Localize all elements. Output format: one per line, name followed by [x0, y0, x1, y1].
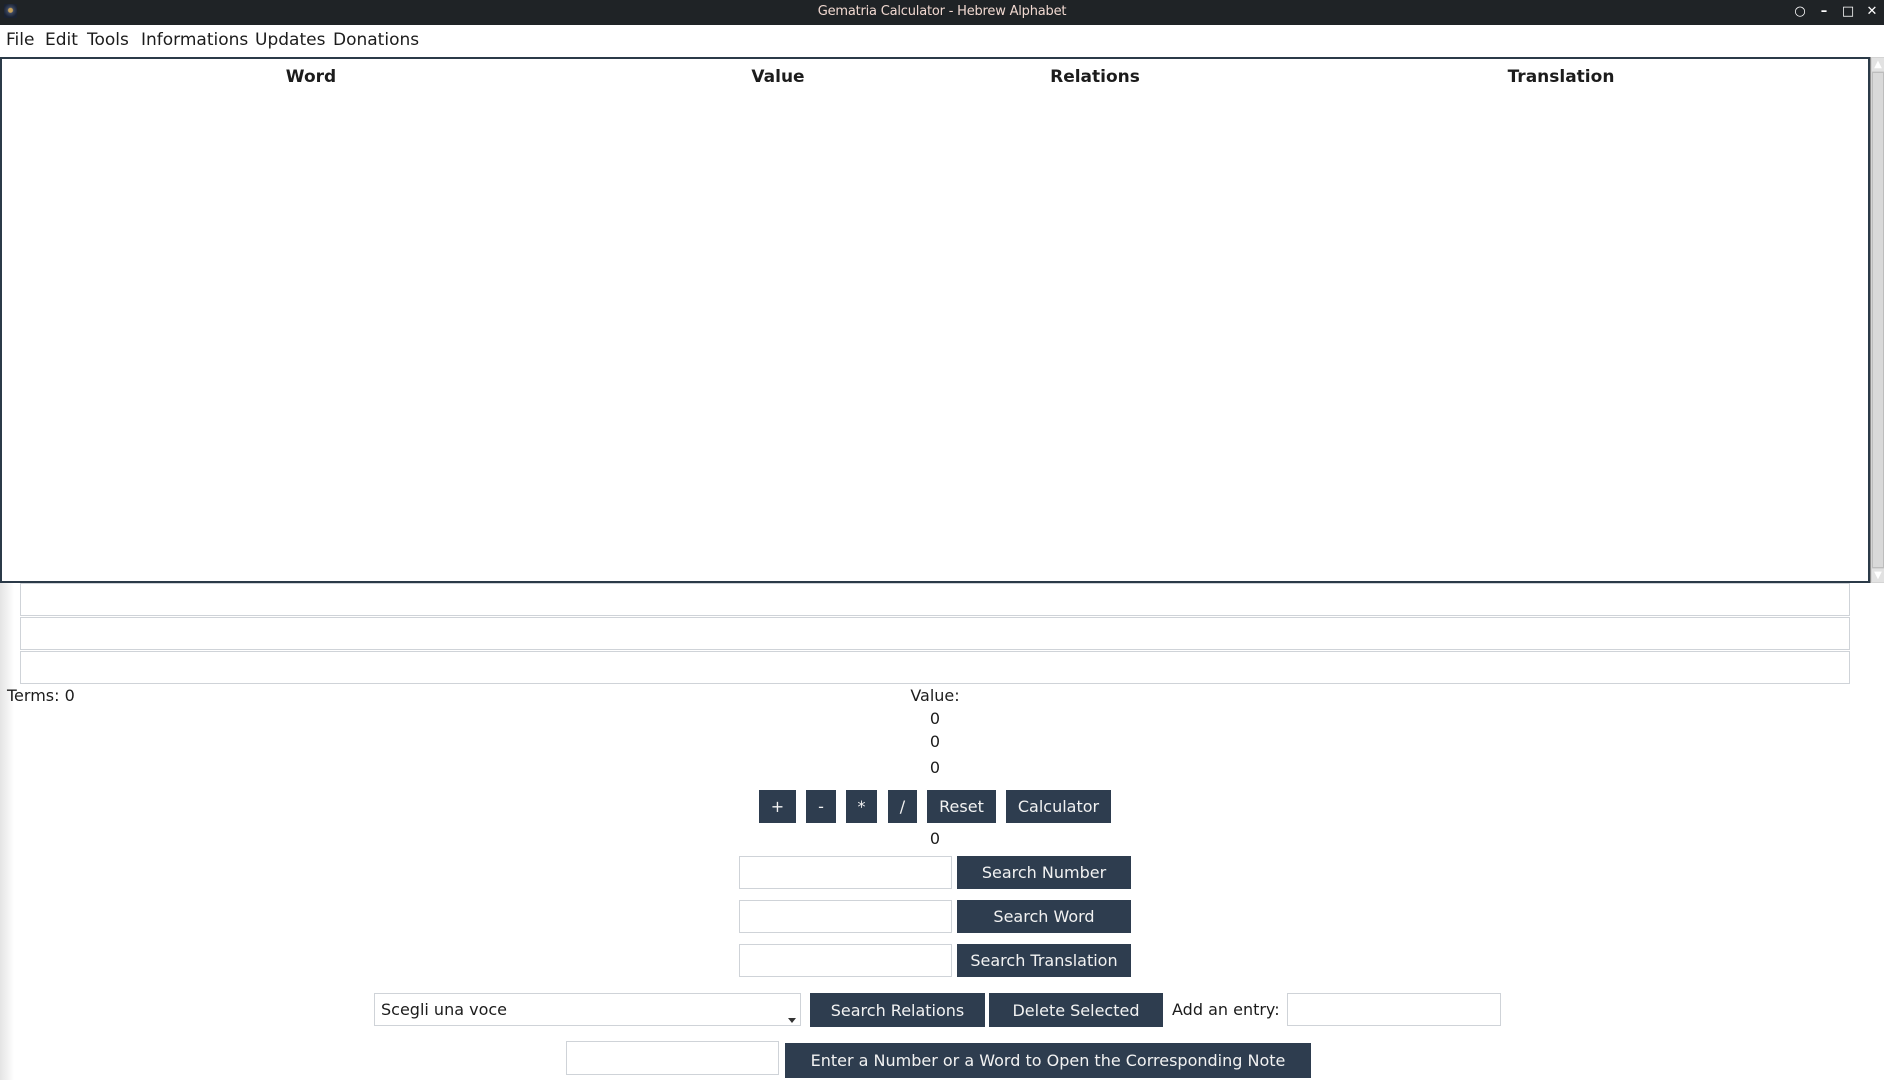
search-relations-button[interactable]: Search Relations — [810, 993, 985, 1027]
entry-field-1[interactable] — [20, 583, 1850, 616]
result-value: 0 — [929, 829, 941, 848]
terms-count: Terms: 0 — [7, 686, 75, 705]
plus-button[interactable]: + — [759, 790, 796, 823]
column-header-word[interactable]: Word — [286, 67, 336, 87]
search-number-input[interactable] — [739, 856, 952, 889]
search-word-button[interactable]: Search Word — [957, 900, 1131, 933]
combobox-selected-value: Scegli una voce — [381, 1000, 507, 1019]
scroll-down-arrow-icon[interactable]: ▼ — [1872, 569, 1884, 582]
calculator-button[interactable]: Calculator — [1006, 790, 1111, 823]
window-title: Gematria Calculator - Hebrew Alphabet — [817, 4, 1067, 19]
search-translation-input[interactable] — [739, 944, 952, 977]
title-bar: Gematria Calculator - Hebrew Alphabet ○ … — [0, 0, 1884, 25]
chevron-down-icon[interactable] — [788, 1018, 796, 1023]
divide-button[interactable]: / — [888, 790, 917, 823]
note-input[interactable] — [566, 1041, 779, 1075]
column-header-value[interactable]: Value — [751, 67, 804, 87]
column-header-relations[interactable]: Relations — [1050, 67, 1140, 87]
delete-selected-button[interactable]: Delete Selected — [989, 993, 1163, 1027]
relations-combobox[interactable]: Scegli una voce — [374, 993, 801, 1026]
menu-donations[interactable]: Donations — [333, 30, 419, 50]
scroll-up-arrow-icon[interactable]: ▲ — [1872, 58, 1884, 71]
results-table[interactable]: Word Value Relations Translation — [0, 57, 1870, 583]
menu-tools[interactable]: Tools — [87, 30, 129, 50]
value-line-1: 0 — [929, 709, 941, 728]
minus-button[interactable]: - — [806, 790, 836, 823]
menu-bar: File Edit Tools Informations Updates Don… — [0, 25, 1884, 57]
search-translation-button[interactable]: Search Translation — [957, 944, 1131, 977]
minimize-icon[interactable]: – — [1817, 5, 1831, 19]
reset-button[interactable]: Reset — [927, 790, 996, 823]
table-scrollbar[interactable]: ▲ ▼ — [1870, 57, 1884, 583]
menu-edit[interactable]: Edit — [45, 30, 78, 50]
menu-informations[interactable]: Informations — [141, 30, 248, 50]
open-note-button[interactable]: Enter a Number or a Word to Open the Cor… — [785, 1043, 1311, 1078]
column-header-translation[interactable]: Translation — [1508, 67, 1615, 87]
multiply-button[interactable]: * — [846, 790, 877, 823]
search-word-input[interactable] — [739, 900, 952, 933]
close-icon[interactable]: ✕ — [1865, 5, 1879, 19]
maximize-icon[interactable]: □ — [1841, 5, 1855, 19]
value-label: Value: — [910, 686, 960, 705]
search-number-button[interactable]: Search Number — [957, 856, 1131, 889]
menu-updates[interactable]: Updates — [255, 30, 325, 50]
add-entry-label: Add an entry: — [1172, 1000, 1280, 1019]
entry-field-3[interactable] — [20, 651, 1850, 684]
scrollbar-thumb[interactable] — [1872, 72, 1884, 568]
add-entry-input[interactable] — [1287, 993, 1501, 1026]
value-line-2: 0 — [929, 732, 941, 751]
pin-icon[interactable]: ○ — [1793, 5, 1807, 19]
value-line-3: 0 — [929, 758, 941, 777]
entry-field-2[interactable] — [20, 617, 1850, 650]
menu-file[interactable]: File — [6, 30, 34, 50]
